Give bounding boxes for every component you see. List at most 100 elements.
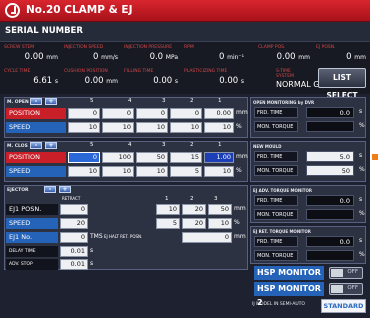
ejector-speed-retract[interactable]: 20 <box>60 218 88 229</box>
mold-close-speed-1[interactable]: 10 <box>204 166 234 177</box>
stage-label: 2 <box>190 98 194 104</box>
unit-label: % <box>236 123 242 130</box>
hsp-monitor-toggle[interactable]: OFF <box>329 267 363 279</box>
mold-close-speed-5[interactable]: 10 <box>68 166 100 177</box>
mold-open-speed-1[interactable]: 10 <box>204 122 234 133</box>
unit-label: mm <box>236 153 248 160</box>
mold-open-position-4[interactable]: 0 <box>102 108 134 119</box>
unit-label: % <box>359 251 365 258</box>
ej1-no-value[interactable]: 0 <box>60 232 88 243</box>
mold-open-position-5[interactable]: 0 <box>68 108 100 119</box>
stage-label: 1 <box>218 142 222 148</box>
mold-close-speed-3[interactable]: 10 <box>136 166 168 177</box>
open-monitoring-frd-time[interactable]: 0.0 <box>306 107 354 118</box>
ejector-speed-label: SPEED <box>6 218 58 229</box>
ej-adv-frd-time[interactable]: 0.0 <box>306 195 354 206</box>
side-row-label: MON. TORQUE <box>254 165 298 176</box>
open-monitoring-torque[interactable] <box>306 121 354 132</box>
ej1-posn-2[interactable]: 20 <box>182 204 206 215</box>
ej1-posn-retract[interactable]: 0 <box>60 204 88 215</box>
orange-marker-icon <box>372 154 378 160</box>
hsp-monitor-2-toggle[interactable]: OFF <box>329 283 363 295</box>
stage-label: 2 <box>190 142 194 148</box>
clamp-ej-panel: No.20 CLAMP & EJ SERIAL NUMBER SCREW STE… <box>0 0 370 318</box>
unit-label: TMS <box>90 233 103 240</box>
ej1-posn-3[interactable]: 50 <box>208 204 232 215</box>
side-row-label: MON. TORQUE <box>254 121 298 132</box>
ejector-next-button[interactable]: + <box>59 186 71 193</box>
ej-halt-value[interactable]: 0 <box>182 232 232 243</box>
mold-close-prev-button[interactable]: - <box>30 142 42 149</box>
unit-label: s <box>359 237 363 244</box>
indicator-ej-posn: EJ POSN. 0 mm <box>316 45 366 62</box>
indicator-injection-pressure: INJECTION PRESSURE 0.0 MPa <box>124 45 178 62</box>
mold-close-next-button[interactable]: + <box>45 142 57 149</box>
stage-label: 3 <box>162 98 166 104</box>
mold-open-position-3[interactable]: 0 <box>136 108 168 119</box>
mold-open-speed-2[interactable]: 10 <box>170 122 202 133</box>
mold-open-speed-5[interactable]: 10 <box>68 122 100 133</box>
indicator-plasticizing-time: PLASTICIZING TIME 0.00 s <box>184 69 244 86</box>
unit-label: s <box>90 247 94 254</box>
mold-close-speed-2[interactable]: 5 <box>170 166 202 177</box>
unit-label: % <box>359 122 365 129</box>
unit-label: % <box>359 210 365 217</box>
side-row-label: MON. TORQUE <box>254 250 298 261</box>
indicator-filling-time: FILLING TIME 0.00 s <box>124 69 178 86</box>
new-mould-frd-time[interactable]: 5.0 <box>306 151 354 162</box>
indicator-cycle-time: CYCLE TIME 6.61 s <box>4 69 58 86</box>
mold-close-position-2[interactable]: 15 <box>170 152 202 163</box>
adv-stop-value[interactable]: 0.01 <box>60 259 88 270</box>
adv-stop-label: ADV. STOP <box>6 259 58 270</box>
title-bar: No.20 CLAMP & EJ <box>0 0 370 22</box>
mold-open-prev-button[interactable]: - <box>30 98 42 105</box>
stage-label: 4 <box>128 98 132 104</box>
ej1-posn-1[interactable]: 10 <box>156 204 180 215</box>
semi-auto-label: IJ MODEL IN SEMI-AUTO <box>252 302 305 307</box>
ejector-speed-3[interactable]: 10 <box>208 218 232 229</box>
ej-ret-frd-time[interactable]: 0.0 <box>306 236 354 247</box>
unit-label: mm <box>234 233 246 240</box>
toggle-state: OFF <box>347 269 358 275</box>
standard-button[interactable]: STANDARD <box>321 299 366 313</box>
toggle-state: OFF <box>347 285 358 291</box>
unit-label: mm <box>236 109 248 116</box>
mold-open-next-button[interactable]: + <box>45 98 57 105</box>
toggle-knob <box>331 269 343 277</box>
ejector-speed-1[interactable]: 5 <box>156 218 180 229</box>
unit-label: s <box>359 152 363 159</box>
mold-open-speed-3[interactable]: 10 <box>136 122 168 133</box>
ej-halt-label: EJ HALT RET. POSN. <box>104 234 143 239</box>
mold-close-speed-4[interactable]: 10 <box>102 166 134 177</box>
unit-label: % <box>236 167 242 174</box>
stage-label: 1 <box>165 196 169 202</box>
mold-open-position-1[interactable]: 0.00 <box>204 108 234 119</box>
stage-label: 5 <box>90 142 94 148</box>
back-check-icon[interactable] <box>5 3 20 18</box>
mold-close-position-1[interactable]: 1.00 <box>204 152 234 163</box>
side-row-label: FRD. TIME <box>254 195 298 206</box>
stage-label: 3 <box>162 142 166 148</box>
mold-close-position-4[interactable]: 100 <box>102 152 134 163</box>
delay-time-value[interactable]: 0.01 <box>60 246 88 257</box>
ej-adv-torque[interactable] <box>306 209 354 220</box>
new-mould-torque[interactable]: 50 <box>306 165 354 176</box>
stage-label: 1 <box>218 98 222 104</box>
mold-open-speed-4[interactable]: 10 <box>102 122 134 133</box>
unit-label: % <box>234 219 240 226</box>
stage-label: 4 <box>128 142 132 148</box>
mold-open-position-2[interactable]: 0 <box>170 108 202 119</box>
indicator-cushion-position: CUSHION POSITION 0.00 mm <box>64 69 118 86</box>
ej-ret-torque[interactable] <box>306 250 354 261</box>
mold-close-position-3[interactable]: 50 <box>136 152 168 163</box>
page-title: No.20 CLAMP & EJ <box>26 4 133 16</box>
list-select-button[interactable]: LIST SELECT <box>318 68 366 100</box>
mold-close-speed-label: SPEED <box>6 166 66 177</box>
ejector-prev-button[interactable]: - <box>44 186 56 193</box>
ej1-posn-label: EJ1 POSN. <box>6 204 58 215</box>
delay-time-label: DELAY TIME <box>6 246 58 257</box>
ejector-speed-2[interactable]: 20 <box>182 218 206 229</box>
stage-label: 3 <box>214 196 218 202</box>
indicator-rpm: RPM 0 min⁻¹ <box>184 45 244 62</box>
mold-close-position-5[interactable]: 0 <box>68 152 100 163</box>
